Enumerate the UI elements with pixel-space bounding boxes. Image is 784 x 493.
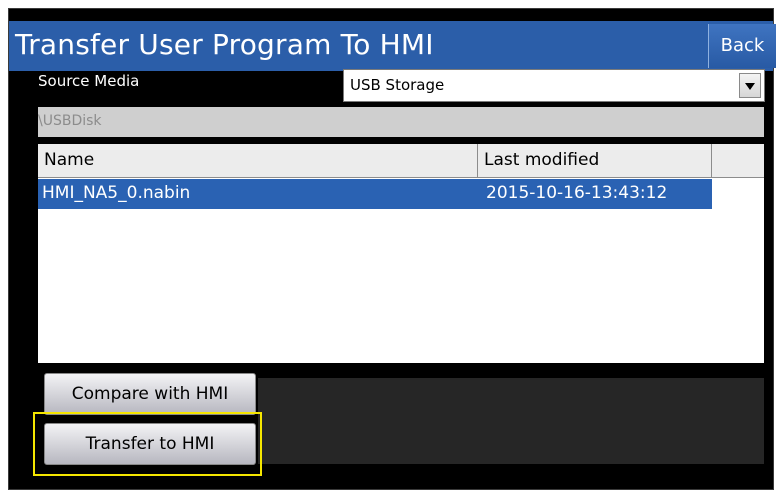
back-button[interactable]: Back	[708, 24, 776, 68]
page-title: Transfer User Program To HMI	[15, 28, 434, 61]
source-media-value: USB Storage	[350, 76, 445, 94]
table-row[interactable]: HMI_NA5_0.nabin 2015-10-16-13:43:12	[38, 179, 712, 209]
file-name-cell: HMI_NA5_0.nabin	[42, 183, 191, 203]
chevron-down-icon[interactable]	[739, 73, 761, 98]
title-bar: Transfer User Program To HMI Back	[9, 21, 776, 71]
column-header-last-modified[interactable]: Last modified	[478, 144, 712, 178]
action-panel-background	[258, 378, 764, 464]
file-modified-cell: 2015-10-16-13:43:12	[486, 183, 668, 203]
column-header-extra	[712, 144, 764, 178]
source-media-select[interactable]: USB Storage	[343, 69, 765, 102]
highlight-box	[33, 412, 262, 476]
path-display: \USBDisk	[38, 107, 764, 137]
path-text: \USBDisk	[38, 113, 102, 129]
file-list[interactable]: Name Last modified HMI_NA5_0.nabin 2015-…	[38, 144, 764, 363]
column-header-last-modified-label: Last modified	[484, 150, 600, 170]
column-header-name-label: Name	[44, 150, 95, 170]
column-header-name[interactable]: Name	[38, 144, 478, 178]
compare-with-hmi-button[interactable]: Compare with HMI	[44, 373, 256, 415]
source-media-label: Source Media	[38, 72, 140, 90]
